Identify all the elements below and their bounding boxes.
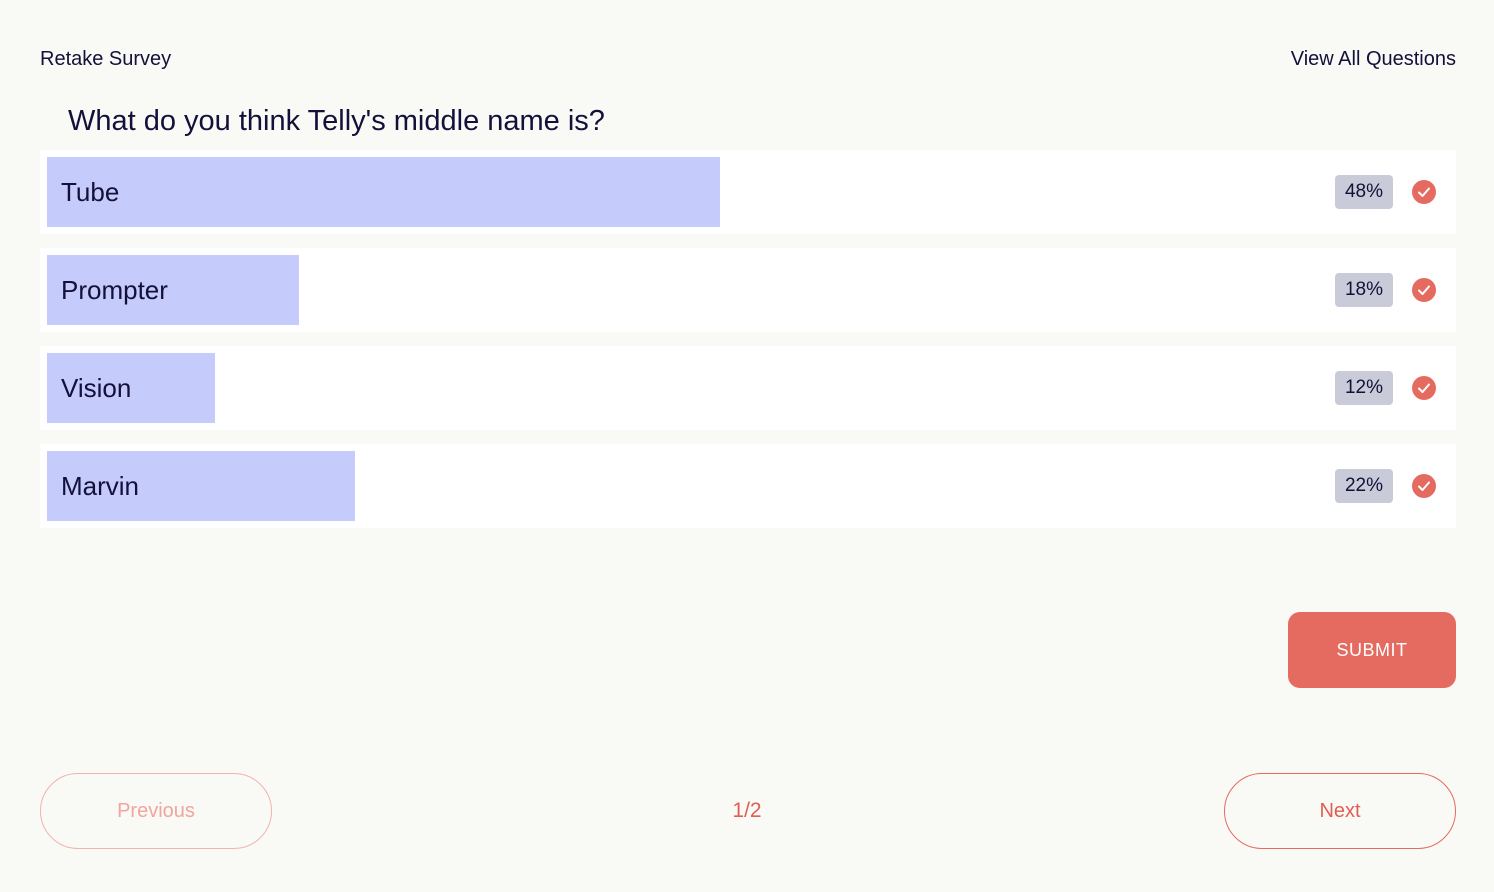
- check-circle-icon: [1412, 474, 1436, 498]
- option-marvin[interactable]: Marvin 22%: [40, 444, 1456, 528]
- option-prompter[interactable]: Prompter 18%: [40, 248, 1456, 332]
- percent-badge: 48%: [1334, 175, 1393, 209]
- option-vision[interactable]: Vision 12%: [40, 346, 1456, 430]
- option-label: Prompter: [61, 275, 168, 305]
- check-circle-icon: [1412, 376, 1436, 400]
- view-all-questions-link[interactable]: View All Questions: [1291, 47, 1456, 71]
- percent-badge: 12%: [1334, 371, 1393, 405]
- answer-options: Tube 48% Prompter 18% Vision 12% Marvin …: [40, 150, 1456, 542]
- submit-button[interactable]: SUBMIT: [1288, 612, 1456, 688]
- check-circle-icon: [1412, 278, 1436, 302]
- option-result-bar: [47, 157, 720, 227]
- option-label: Tube: [61, 177, 120, 207]
- option-label: Marvin: [61, 471, 140, 501]
- option-label: Vision: [61, 373, 132, 403]
- retake-survey-link[interactable]: Retake Survey: [40, 47, 171, 71]
- percent-badge: 18%: [1334, 273, 1393, 307]
- question-title: What do you think Telly's middle name is…: [68, 105, 605, 137]
- percent-badge: 22%: [1334, 469, 1393, 503]
- option-tube[interactable]: Tube 48%: [40, 150, 1456, 234]
- check-circle-icon: [1412, 180, 1436, 204]
- next-button[interactable]: Next: [1224, 773, 1456, 849]
